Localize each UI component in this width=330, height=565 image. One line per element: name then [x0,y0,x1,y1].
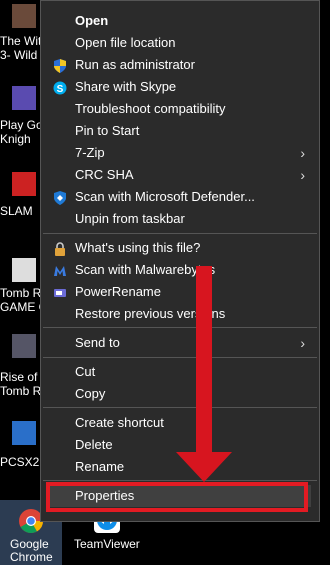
shield-icon [53,58,67,73]
game-icon [12,258,36,282]
menu-item-label: What's using this file? [75,240,201,255]
chevron-right-icon: › [300,167,305,183]
desktop-icon-label: Play Go Knigh [0,118,43,146]
game-icon [12,86,36,110]
pcsx2-icon [12,421,36,445]
menu-item-label: CRC SHA [75,167,134,182]
game-icon [12,334,36,358]
menu-item-open[interactable]: Open [41,10,319,32]
menu-item-label: Send to [75,335,120,350]
defender-icon [53,190,67,205]
menu-item-restore-previous-versions[interactable]: Restore previous versions [41,303,319,325]
menu-item-create-shortcut[interactable]: Create shortcut [41,412,319,434]
menu-separator [43,327,317,328]
menu-item-label: Troubleshoot compatibility [75,101,226,116]
menu-item-unpin-from-taskbar[interactable]: Unpin from taskbar [41,208,319,230]
menu-item-scan-with-malwarebytes[interactable]: Scan with Malwarebytes [41,259,319,281]
menu-item-crc-sha[interactable]: CRC SHA › [41,164,319,186]
menu-item-label: Cut [75,364,96,379]
menu-item-open-file-location[interactable]: Open file location [41,32,319,54]
desktop-icon-label: The Wit 3- Wild [0,34,42,62]
menu-item-send-to[interactable]: Send to › [41,332,319,354]
powerrename-icon [53,285,67,299]
menu-item-label: Delete [75,437,113,452]
annotation-highlight-box [46,482,308,512]
menu-item-label: Run as administrator [75,57,195,72]
game-icon [12,172,36,196]
menu-item-label: Pin to Start [75,123,140,138]
menu-item-troubleshoot-compatibility[interactable]: Troubleshoot compatibility [41,98,319,120]
annotation-arrow-shaft [196,266,212,456]
annotation-arrow-head [176,452,232,482]
menu-item-copy[interactable]: Copy [41,383,319,405]
menu-item-label: PowerRename [75,284,161,299]
skype-icon: S [53,80,67,95]
menu-item-label: Share with Skype [75,79,177,94]
desktop-icon-label: TeamViewer [74,537,140,551]
menu-item-label: Create shortcut [75,415,164,430]
menu-item-label: 7-Zip [75,145,105,160]
menu-item-pin-to-start[interactable]: Pin to Start [41,120,319,142]
menu-item-cut[interactable]: Cut [41,361,319,383]
menu-item-label: Unpin from taskbar [75,211,185,226]
menu-item-label: Open [75,13,109,28]
lock-icon [53,241,67,256]
menu-item-scan-with-defender[interactable]: Scan with Microsoft Defender... [41,186,319,208]
menu-separator [43,407,317,408]
menu-item-run-as-administrator[interactable]: Run as administrator [41,54,319,76]
menu-item-label: Rename [75,459,125,474]
chevron-right-icon: › [300,145,305,161]
menu-item-7zip[interactable]: 7-Zip › [41,142,319,164]
desktop-icon-label: PCSX2 [0,455,40,469]
desktop-icon-label: Google Chrome [10,537,53,564]
chevron-right-icon: › [300,335,305,351]
menu-separator [43,357,317,358]
svg-text:S: S [57,84,64,95]
menu-item-label: Scan with Malwarebytes [75,262,216,277]
desktop-icon-label: SLAM [0,204,33,218]
menu-item-whats-using-this-file[interactable]: What's using this file? [41,237,319,259]
menu-item-label: Copy [75,386,106,401]
witcher-icon [12,4,36,28]
menu-item-label: Open file location [75,35,176,50]
menu-item-label: Scan with Microsoft Defender... [75,189,255,204]
context-menu: Open Open file location Run as administr… [40,0,320,522]
malwarebytes-icon [53,263,67,277]
menu-separator [43,233,317,234]
menu-item-share-with-skype[interactable]: S Share with Skype [41,76,319,98]
menu-item-powerrename[interactable]: PowerRename [41,281,319,303]
